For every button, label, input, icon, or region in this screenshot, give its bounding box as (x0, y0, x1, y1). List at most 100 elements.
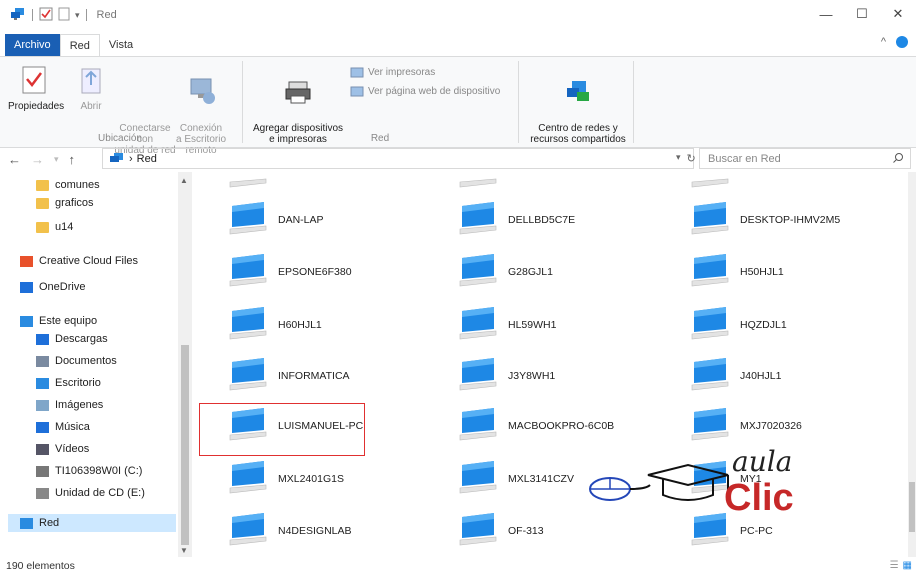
network-computer-item[interactable]: HQZDJL1 (688, 305, 787, 345)
nav-item-descargas[interactable]: Descargas (36, 330, 108, 348)
collapse-ribbon-icon[interactable]: ^ (881, 36, 886, 48)
network-computer-item[interactable]: N4DESIGNLAB (226, 511, 352, 551)
scroll-up-icon[interactable]: ▲ (180, 176, 188, 185)
nav-item-u14[interactable]: u14 (36, 218, 73, 236)
computer-name: HL59WH1 (508, 319, 557, 331)
address-bar[interactable]: › Red (102, 148, 694, 169)
network-computer-item[interactable]: OF-313 (456, 511, 544, 551)
window-title: Red (96, 9, 117, 21)
network-computer-item[interactable]: DAN-LAP (226, 200, 324, 240)
tab-red[interactable]: Red (59, 34, 100, 56)
nav-item-v-deos[interactable]: Vídeos (36, 440, 89, 458)
up-arrow-icon[interactable]: ↑ (69, 152, 76, 167)
nav-item-escritorio[interactable]: Escritorio (36, 374, 101, 392)
nav-item-graficos[interactable]: graficos (36, 194, 94, 212)
network-computer-item[interactable]: MACBOOKPRO-6C0B (456, 406, 614, 446)
computer-name: G28GJL1 (508, 266, 553, 278)
explorer-window: ▾ Red — ☐ ✕ Archivo Red Vista ^ Propieda… (0, 0, 916, 575)
folder-icon (36, 197, 49, 209)
computer-icon (688, 200, 732, 241)
nav-item-onedrive[interactable]: OneDrive (20, 278, 85, 296)
title-bar: ▾ Red — ☐ ✕ (0, 0, 916, 30)
network-computer-item[interactable]: MXJ7020326 (688, 406, 802, 446)
details-view-icon[interactable]: ☰ (890, 560, 899, 571)
creative-cloud-icon (20, 255, 33, 267)
network-computer-item[interactable]: H50HJL1 (688, 252, 784, 292)
network-computer-item[interactable]: MXL2401G1S (226, 459, 344, 499)
network-computer-item[interactable]: MXL3141CZV (456, 459, 574, 499)
nav-item-m-sica[interactable]: Música (36, 418, 90, 436)
nav-item-label: Música (55, 421, 90, 433)
ver-pagina-web-button[interactable]: Ver página web de dispositivo (350, 86, 500, 97)
ver-impresoras-label: Ver impresoras (368, 67, 436, 78)
centro-redes-button[interactable]: Centro de redes y recursos compartidos (528, 63, 628, 145)
videos-icon (36, 443, 49, 455)
computer-name: MXL3141CZV (508, 473, 574, 485)
nav-item-creative-cloud-files[interactable]: Creative Cloud Files (20, 252, 138, 270)
nav-scroll-thumb[interactable] (181, 345, 189, 545)
tab-vista[interactable]: Vista (100, 34, 142, 56)
network-computer-item[interactable]: H60HJL1 (226, 305, 322, 345)
scroll-down-icon[interactable]: ▼ (180, 546, 188, 555)
forward-arrow-icon[interactable]: → (31, 152, 44, 167)
ubicacion-group-label: Ubicación (98, 133, 142, 144)
computer-icon (456, 511, 500, 552)
close-button[interactable]: ✕ (880, 0, 916, 28)
group-separator (633, 61, 634, 143)
navigation-pane: comunes graficos u14 Creative Cloud Files On… (0, 172, 195, 557)
breadcrumb-red[interactable]: Red (137, 153, 157, 165)
back-arrow-icon[interactable]: ← (8, 152, 21, 167)
computer-icon (226, 252, 270, 293)
network-computer-item[interactable]: EPSONE6F380 (226, 252, 352, 292)
computer-name: OF-313 (508, 525, 544, 537)
nav-item-este-equipo[interactable]: Este equipo (20, 312, 97, 330)
quick-access-toolbar: ▾ Red (0, 7, 117, 24)
network-computer-item[interactable]: J40HJL1 (688, 356, 781, 396)
mouse-cap-icon (589, 463, 729, 501)
cd-drive-icon (36, 487, 49, 499)
tab-archivo[interactable]: Archivo (5, 34, 60, 56)
refresh-icon[interactable]: ↻ (687, 152, 696, 165)
nav-item-red[interactable]: Red (8, 514, 176, 532)
folder-icon (36, 221, 49, 233)
search-placeholder: Buscar en Red (708, 152, 781, 165)
ver-impresoras-button[interactable]: Ver impresoras (350, 67, 435, 78)
abrir-button[interactable]: Abrir (74, 63, 108, 112)
computer-icon (226, 200, 270, 241)
folder-icon (36, 179, 49, 191)
properties-qat-icon[interactable] (39, 7, 53, 24)
help-icon[interactable] (896, 36, 908, 48)
nav-item-ti106398w0i-c[interactable]: TI106398W0I (C:) (36, 462, 142, 480)
window-controls: — ☐ ✕ (808, 0, 916, 28)
recent-dropdown-icon[interactable]: ▾ (54, 154, 59, 165)
ver-pagina-label: Ver página web de dispositivo (368, 86, 501, 97)
nav-item-comunes[interactable]: comunes (36, 176, 100, 194)
minimize-button[interactable]: — (808, 0, 844, 28)
computer-icon (688, 252, 732, 293)
network-computer-item[interactable]: DESKTOP-IHMV2M5 (688, 200, 840, 240)
nav-scrollbar[interactable]: ▲ ▼ (178, 172, 192, 557)
content-scrollbar[interactable] (908, 172, 916, 557)
nav-item-documentos[interactable]: Documentos (36, 352, 117, 370)
nav-item-im-genes[interactable]: Imágenes (36, 396, 103, 414)
computer-icon (226, 511, 270, 552)
large-icons-view-icon[interactable]: ▦ (903, 560, 912, 571)
content-scroll-thumb[interactable] (909, 482, 915, 532)
address-dropdown-icon[interactable]: ▾ (676, 152, 681, 165)
network-computer-item[interactable]: INFORMATICA (226, 356, 350, 396)
search-icon[interactable] (892, 152, 904, 164)
new-folder-qat-icon[interactable] (57, 7, 71, 24)
printer-icon (281, 74, 315, 108)
breadcrumb-chevron-icon[interactable]: › (129, 153, 133, 165)
network-computer-item[interactable]: J3Y8WH1 (456, 356, 555, 396)
network-computer-item[interactable]: HL59WH1 (456, 305, 556, 345)
propiedades-button[interactable]: Propiedades (8, 63, 64, 112)
nav-item-unidad-de-cd-e[interactable]: Unidad de CD (E:) (36, 484, 145, 502)
computer-name: DELLBD5C7E (508, 214, 576, 226)
network-computer-item[interactable]: DELLBD5C7E (456, 200, 575, 240)
qat-dropdown-icon[interactable]: ▾ (75, 10, 80, 21)
computer-name: H60HJL1 (278, 319, 322, 331)
network-computer-item[interactable]: G28GJL1 (456, 252, 553, 292)
search-input[interactable]: Buscar en Red (699, 148, 911, 169)
maximize-button[interactable]: ☐ (844, 0, 880, 28)
